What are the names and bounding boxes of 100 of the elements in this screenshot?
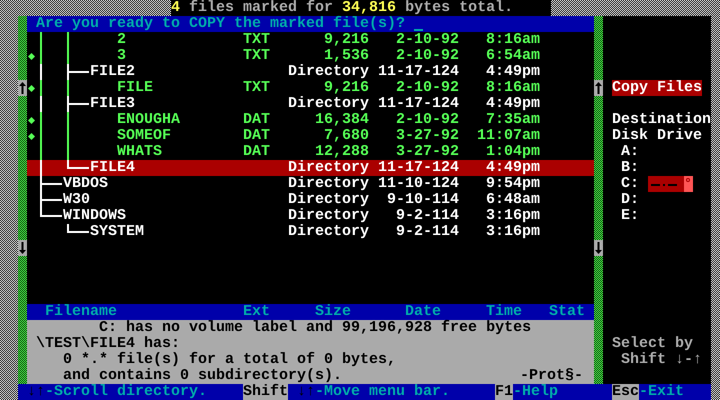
arrow-down-icon <box>595 242 602 254</box>
drive-option[interactable]: A: <box>621 144 639 160</box>
file-size: Directory <box>288 191 370 208</box>
drive-option[interactable]: C: <box>621 176 693 192</box>
tree-row[interactable]: ENOUGHA DAT 16,384 2-10-92 7:35am <box>27 112 594 128</box>
protection-label: -Prot§- <box>520 368 583 384</box>
file-size: Directory <box>288 95 370 112</box>
file-time: 3:16pm <box>486 207 540 224</box>
file-date: 2-10-92 <box>396 111 459 128</box>
marked-count: 4 <box>171 0 180 16</box>
scroll-up-button[interactable] <box>594 80 603 96</box>
scroll-down-button[interactable] <box>594 240 603 256</box>
scroll-up-button[interactable] <box>18 80 27 96</box>
file-date: 9-2-114 <box>396 223 459 240</box>
column-header: Size <box>314 303 351 320</box>
info-text: and contains 0 subdirectory(s). <box>63 368 342 384</box>
drive-option[interactable]: B: <box>621 160 639 176</box>
file-date: 11-10-124 <box>378 175 459 192</box>
file-time: 1:04pm <box>486 143 540 160</box>
column-header: Date <box>404 303 441 320</box>
file-extension: TXT <box>243 31 270 48</box>
file-time: 6:54am <box>486 47 540 64</box>
tree-row[interactable]: FILE4 Directory 11-17-124 4:49pm <box>27 160 594 176</box>
column-header: Ext <box>243 303 270 320</box>
scroll-down-button[interactable] <box>18 240 27 256</box>
file-date: 3-27-92 <box>396 127 459 144</box>
tree-row[interactable]: 2 TXT 9,216 2-10-92 8:16am <box>27 32 594 48</box>
folder-name: FILE2 <box>90 63 136 80</box>
drive-option[interactable]: E: <box>621 208 639 224</box>
tree-row[interactable]: FILE TXT 9,216 2-10-92 8:16am <box>27 80 594 96</box>
file-date: 2-10-92 <box>396 79 459 96</box>
file-size: Directory <box>288 159 370 176</box>
file-extension: DAT <box>243 127 270 144</box>
file-time: 4:49pm <box>486 159 540 176</box>
file-time: 7:35am <box>486 111 540 128</box>
info-text: \TEST\FILE4 has: <box>36 335 180 352</box>
tree-row[interactable]: SYSTEM Directory 9-2-114 3:16pm <box>27 224 594 240</box>
file-date: 9-2-114 <box>396 207 459 224</box>
drive-option[interactable]: D: <box>621 192 639 208</box>
prompt-text: Are you ready to COPY the marked file(s)? <box>36 16 406 32</box>
folder-name: FILE4 <box>90 159 136 176</box>
file-extension: TXT <box>243 47 270 64</box>
file-size: 9,216 <box>324 31 369 48</box>
status-text: files marked for <box>189 0 334 16</box>
file-size: Directory <box>288 63 370 80</box>
tree-row[interactable]: 3 TXT 1,536 2-10-92 6:54am <box>27 48 594 64</box>
column-header: Stat <box>549 303 586 320</box>
file-time: 8:16am <box>486 31 540 48</box>
file-extension: TXT <box>243 79 270 96</box>
menu-title: Copy Files <box>612 80 702 96</box>
file-time: 4:49pm <box>486 95 540 112</box>
key-label: Shift <box>243 384 288 400</box>
file-name: ENOUGHA <box>117 111 180 128</box>
file-extension: DAT <box>243 143 270 160</box>
tree-row[interactable]: WHATS DAT 12,288 3-27-92 1:04pm <box>27 144 594 160</box>
file-time: 9:54pm <box>486 175 540 192</box>
folder-name: WINDOWS <box>63 207 126 224</box>
file-size: Directory <box>288 207 370 224</box>
key-description: -Move menu bar. <box>315 384 450 400</box>
hint-text: Shift ↓-↑ <box>621 351 702 368</box>
file-name: 2 <box>117 31 126 48</box>
file-size: 1,536 <box>324 47 369 64</box>
tree-row[interactable]: FILE2 Directory 11-17-124 4:49pm <box>27 64 594 80</box>
file-name: WHATS <box>117 143 162 160</box>
file-size: 16,384 <box>314 111 369 128</box>
marked-bytes: 34,816 <box>342 0 396 16</box>
drive-marker-icon <box>648 176 693 192</box>
file-time: 11:07am <box>476 127 540 144</box>
file-extension: DAT <box>243 111 270 128</box>
file-date: 2-10-92 <box>396 47 459 64</box>
tree-row[interactable]: SOMEOF DAT 7,680 3-27-92 11:07am <box>27 128 594 144</box>
arrow-up-icon <box>595 82 602 94</box>
tree-row[interactable]: WINDOWS Directory 9-2-114 3:16pm <box>27 208 594 224</box>
column-header: Time <box>486 303 522 320</box>
tree-row[interactable]: VBDOS Directory 11-10-124 9:54pm <box>27 176 594 192</box>
panel-heading: Destination <box>612 111 712 128</box>
arrow-up-icon <box>19 82 26 94</box>
key-label: F1 <box>495 384 514 400</box>
file-size: 7,680 <box>324 127 369 144</box>
folder-name: SYSTEM <box>90 223 144 240</box>
info-text: C: has no volume label and 99,196,928 free bytes <box>99 319 532 336</box>
tree-row[interactable]: FILE3 Directory 11-17-124 4:49pm <box>27 96 594 112</box>
info-text: 0 *.* file(s) for a total of 0 bytes, <box>63 351 396 368</box>
hint-text: Select by <box>612 335 694 352</box>
tree-row[interactable]: W30 Directory 9-10-114 6:48am <box>27 192 594 208</box>
tree-line-drawing <box>40 128 69 144</box>
file-name: SOMEOF <box>117 127 172 144</box>
key-description: -Help <box>513 384 558 400</box>
column-header: Filename <box>45 303 118 320</box>
folder-name: FILE3 <box>90 95 136 112</box>
arrow-down-icon <box>19 242 26 254</box>
file-date: 11-17-124 <box>378 95 459 112</box>
panel-heading: Disk Drive <box>612 127 702 144</box>
file-size: Directory <box>288 223 370 240</box>
file-date: 2-10-92 <box>396 31 459 48</box>
key-label: ↓↑ <box>27 384 46 400</box>
key-description: -Exit <box>639 384 684 400</box>
file-size: Directory <box>288 175 370 192</box>
file-time: 4:49pm <box>486 63 540 80</box>
tree-line-drawing <box>67 224 89 233</box>
